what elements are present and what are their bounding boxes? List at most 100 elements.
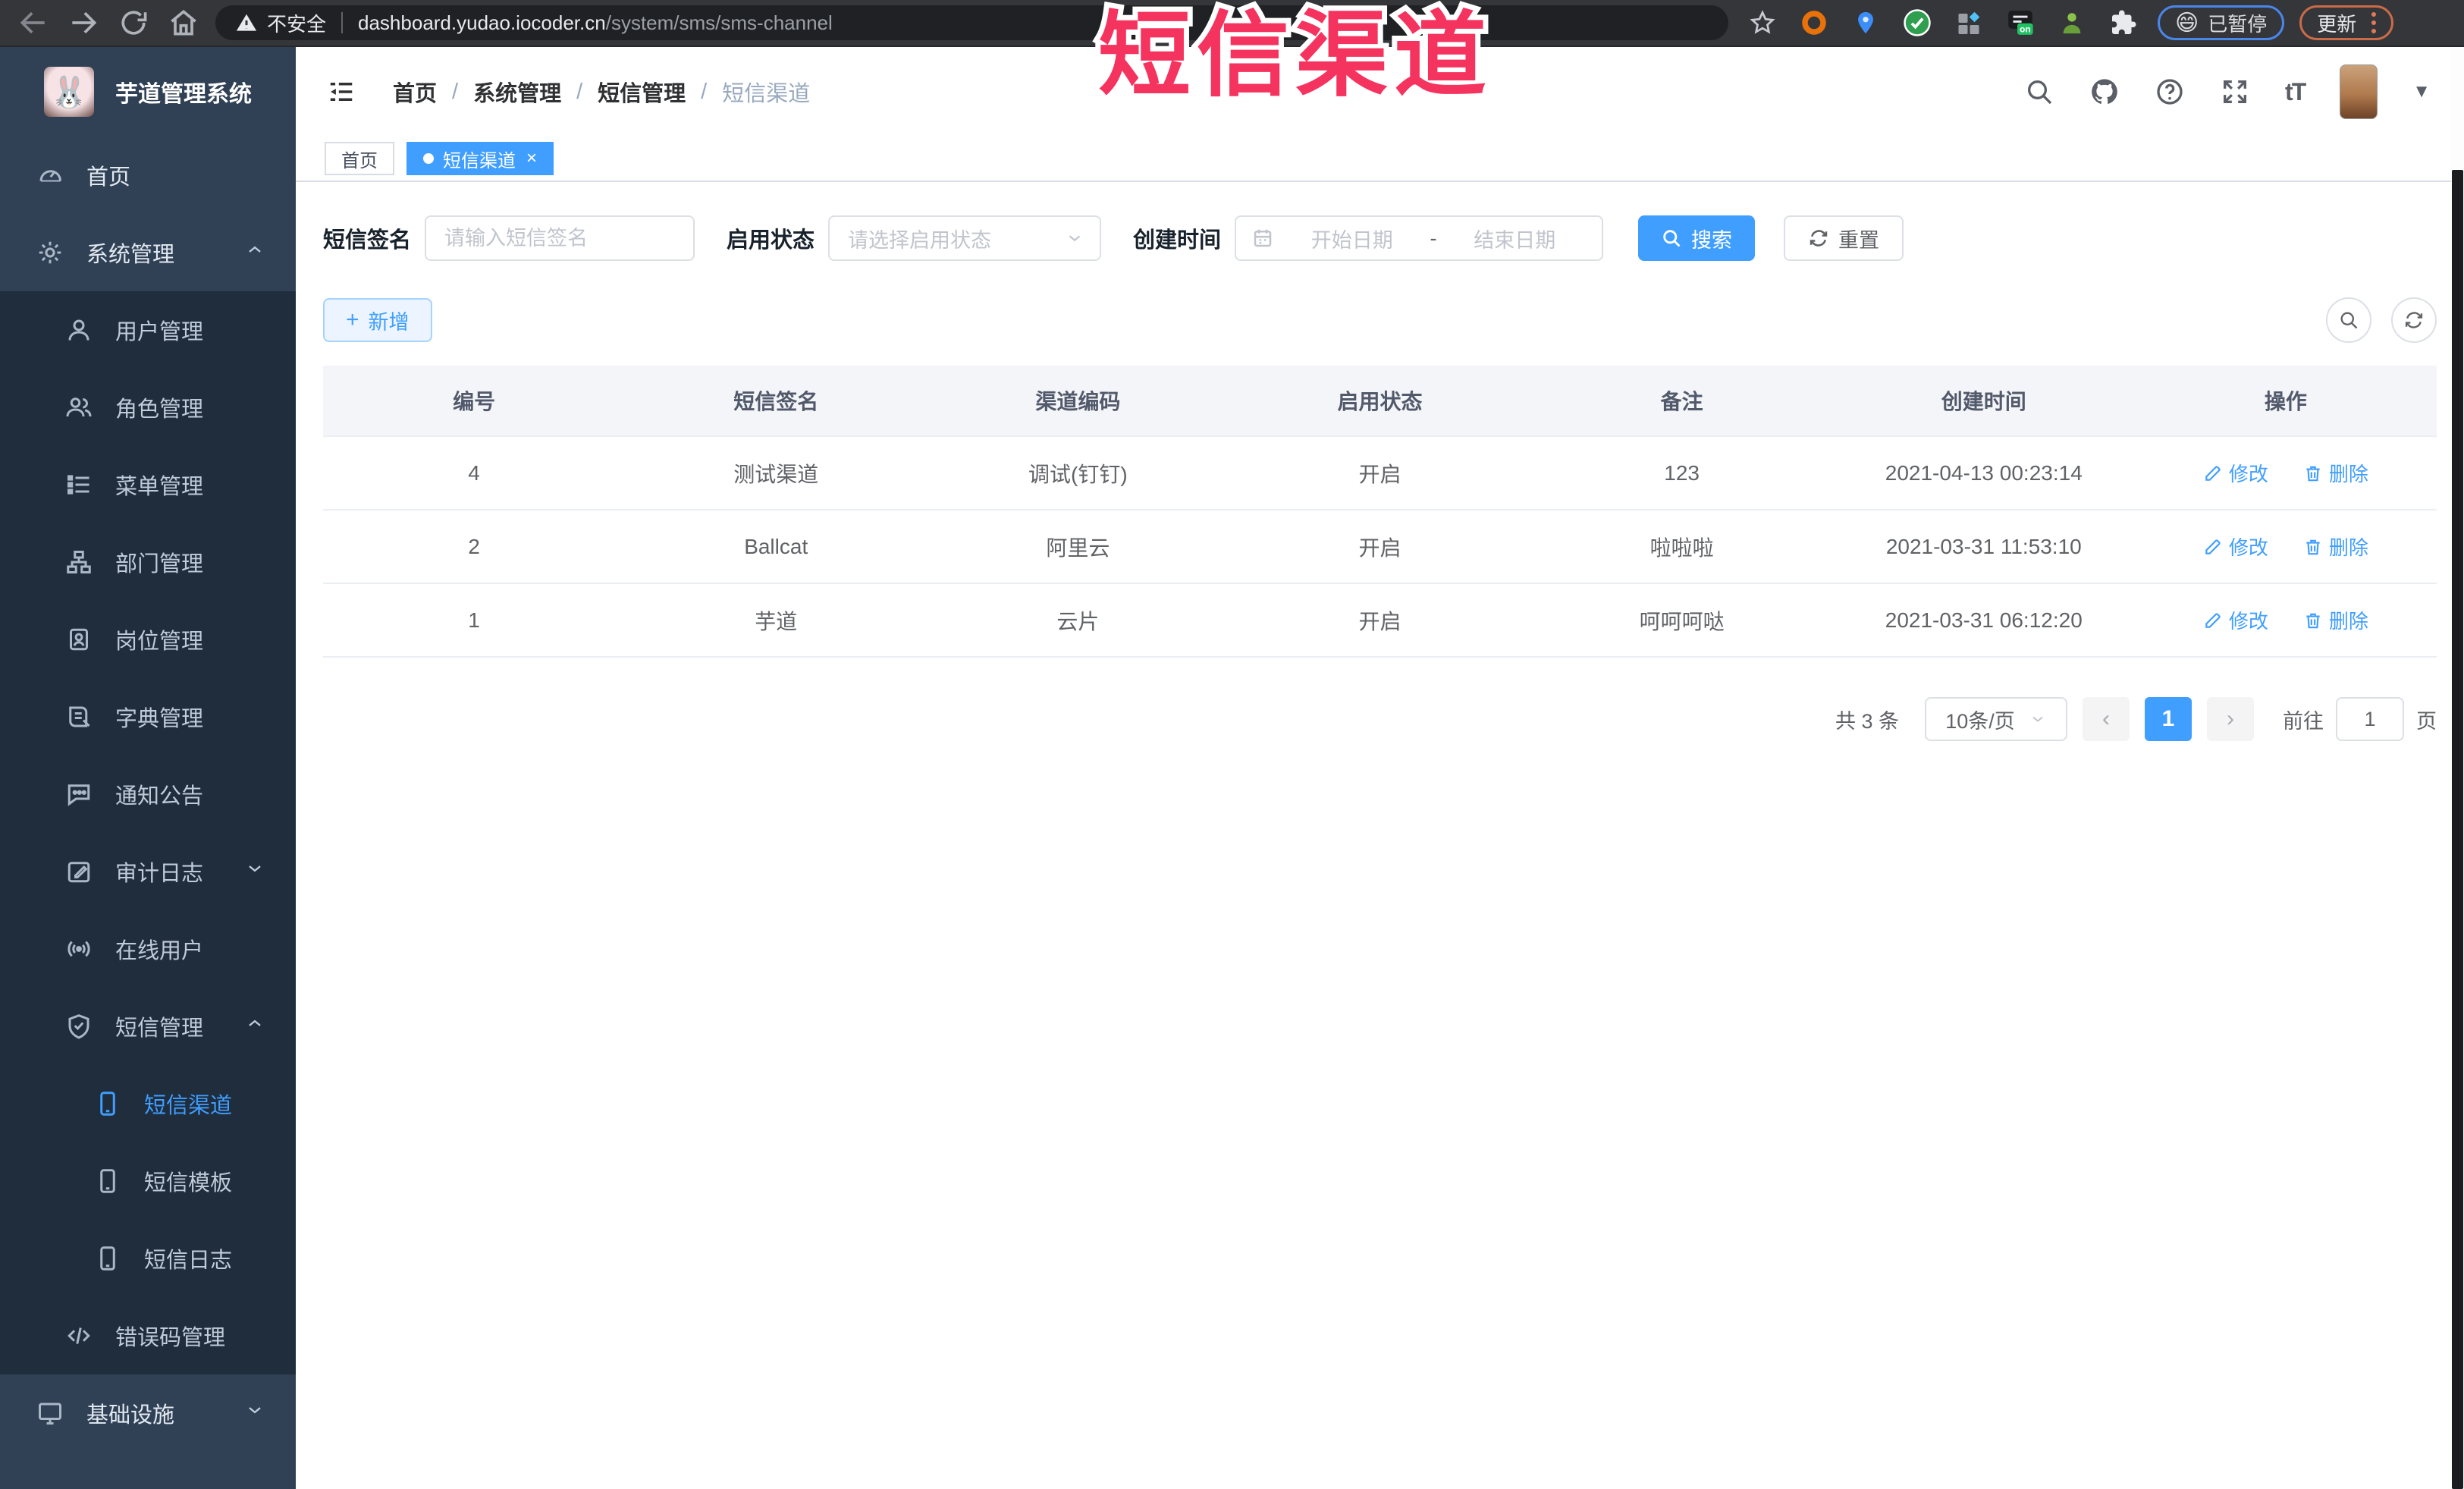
search-button[interactable]: 搜索 [1638, 215, 1756, 261]
bookmark-star-icon[interactable] [1748, 8, 1777, 37]
sidebar-item-sms-management[interactable]: 短信管理 [0, 988, 296, 1065]
screen: 不安全 dashboard.yudao.iocoder.cn/system/sm… [0, 0, 2464, 1489]
sidebar-item-sms-channel[interactable]: 短信渠道 [0, 1065, 296, 1142]
sidebar-item-label: 短信日志 [144, 1249, 233, 1273]
extension-grid-icon[interactable] [1954, 8, 1983, 37]
dashboard-icon [36, 162, 64, 189]
fullscreen-icon[interactable] [2220, 77, 2250, 107]
sidebar-item-system[interactable]: 系统管理 [0, 214, 296, 291]
extensions-puzzle-icon[interactable] [2109, 8, 2138, 37]
cell-id: 1 [468, 608, 480, 632]
sidebar-item-dict-management[interactable]: 字典管理 [0, 678, 296, 755]
breadcrumb-system[interactable]: 系统管理 [473, 76, 561, 108]
add-button[interactable]: + 新增 [323, 298, 432, 342]
create-time-label: 创建时间 [1133, 228, 1222, 253]
reset-button[interactable]: 重置 [1784, 215, 1904, 261]
tag-bar: 首页 短信渠道 × [296, 137, 2464, 182]
prev-page-button[interactable]: ‹ [2083, 697, 2130, 741]
cell-signature: 测试渠道 [733, 462, 819, 486]
sidebar-item-sms-template[interactable]: 短信模板 [0, 1142, 296, 1220]
status-select-placeholder: 请选择启用状态 [848, 228, 992, 252]
tab-sms-channel[interactable]: 短信渠道 × [406, 142, 554, 175]
sidebar-item-menu-management[interactable]: 菜单管理 [0, 446, 296, 523]
update-label: 更新 [2317, 12, 2357, 36]
breadcrumb: 首页 / 系统管理 / 短信管理 / 短信渠道 [393, 76, 810, 108]
delete-button[interactable]: 删除 [2303, 459, 2368, 487]
calendar-icon [1251, 227, 1274, 250]
cell-remark: 啦啦啦 [1649, 536, 1714, 560]
sidebar-item-infrastructure[interactable]: 基础设施 [0, 1374, 296, 1452]
page-1-button[interactable]: 1 [2145, 697, 2192, 741]
page-size-select[interactable]: 10条/页 [1925, 697, 2067, 741]
header-actions: tT ▼ [2024, 64, 2431, 119]
sidebar-logo[interactable]: 🐰 芋道管理系统 [0, 47, 296, 137]
col-code: 渠道编码 [1035, 390, 1121, 413]
col-created: 创建时间 [1941, 390, 2026, 413]
edit-button[interactable]: 修改 [2203, 606, 2268, 634]
sidebar-item-error-code[interactable]: 错误码管理 [0, 1297, 296, 1374]
goto-page-input[interactable] [2337, 699, 2403, 740]
delete-button[interactable]: 删除 [2303, 532, 2368, 561]
sidebar-item-post-management[interactable]: 岗位管理 [0, 601, 296, 678]
avatar-caret-icon[interactable]: ▼ [2412, 81, 2431, 102]
extension-blue-pin-icon[interactable] [1851, 8, 1880, 37]
breadcrumb-sms[interactable]: 短信管理 [598, 76, 686, 108]
browser-home-icon[interactable] [167, 6, 200, 39]
extension-orange-ring-icon[interactable] [1800, 8, 1828, 37]
next-page-button[interactable]: › [2207, 697, 2254, 741]
scrollbar-thumb[interactable] [2452, 170, 2463, 1489]
sidebar-item-home[interactable]: 首页 [0, 137, 296, 214]
sidebar-item-notice-management[interactable]: 通知公告 [0, 755, 296, 833]
edit-button[interactable]: 修改 [2203, 532, 2268, 561]
close-tab-icon[interactable]: × [526, 148, 537, 169]
app-title: 芋道管理系统 [115, 82, 252, 107]
goto-input-wrapper [2336, 697, 2404, 741]
sidebar-item-role-management[interactable]: 角色管理 [0, 369, 296, 446]
avatar[interactable] [2340, 64, 2378, 119]
filter-form: 短信签名 启用状态 请选择启用状态 创建时间 开始日期 - 结束日期 [323, 215, 2437, 261]
toggle-search-button[interactable] [2326, 297, 2371, 343]
profile-paused-badge[interactable]: 😄 已暂停 [2158, 5, 2285, 40]
browser-back-icon[interactable] [17, 6, 50, 39]
page-scrollbar[interactable] [2451, 47, 2464, 1489]
font-size-icon[interactable]: tT [2285, 78, 2306, 106]
extension-list-on-icon[interactable]: on [2006, 8, 2035, 37]
delete-button[interactable]: 删除 [2303, 606, 2368, 634]
date-range-picker[interactable]: 开始日期 - 结束日期 [1235, 215, 1604, 261]
cell-id: 2 [468, 534, 480, 558]
tab-home[interactable]: 首页 [325, 142, 394, 175]
edit-icon [2205, 465, 2221, 481]
sidebar-item-sms-log[interactable]: 短信日志 [0, 1220, 296, 1297]
url-path: /system/sms/sms-channel [605, 11, 833, 34]
cell-actions: 修改 删除 [2135, 532, 2437, 561]
sidebar-item-user-management[interactable]: 用户管理 [0, 291, 296, 369]
security-badge[interactable]: 不安全 [235, 9, 326, 37]
end-date-input[interactable]: 结束日期 [1443, 224, 1587, 253]
sidebar: 🐰 芋道管理系统 首页 系统管理 用户管理 角色管理 菜单管理 部门管理 岗位管… [0, 47, 296, 1489]
browser-menu-icon[interactable] [2371, 12, 2377, 33]
sidebar-item-dept-management[interactable]: 部门管理 [0, 523, 296, 601]
signature-input[interactable] [444, 226, 676, 250]
edit-button[interactable]: 修改 [2203, 459, 2268, 487]
browser-update-button[interactable]: 更新 [2299, 5, 2394, 40]
status-select[interactable]: 请选择启用状态 [828, 215, 1102, 261]
sidebar-item-online-users[interactable]: 在线用户 [0, 910, 296, 988]
help-icon[interactable] [2155, 77, 2185, 107]
extension-green-check-icon[interactable] [1903, 8, 1932, 37]
table-header-row: 编号 短信签名 渠道编码 启用状态 备注 创建时间 操作 [323, 366, 2437, 437]
extension-person-icon[interactable] [2058, 8, 2086, 37]
collapse-menu-icon[interactable] [325, 75, 358, 108]
edit-icon [2205, 612, 2221, 628]
browser-reload-icon[interactable] [117, 6, 150, 39]
breadcrumb-home[interactable]: 首页 [393, 76, 437, 108]
system-submenu: 用户管理 角色管理 菜单管理 部门管理 岗位管理 字典管理 通知公告 审计日志 … [0, 291, 296, 1374]
goto-label: 前往 [2283, 709, 2324, 733]
main-area: 首页 / 系统管理 / 短信管理 / 短信渠道 tT ▼ 首页 短信渠道 × 短… [296, 47, 2464, 1489]
sidebar-item-audit-log[interactable]: 审计日志 [0, 833, 296, 910]
search-icon[interactable] [2024, 77, 2054, 107]
start-date-input[interactable]: 开始日期 [1280, 224, 1424, 253]
address-bar[interactable]: 不安全 dashboard.yudao.iocoder.cn/system/sm… [215, 5, 1728, 40]
github-icon[interactable] [2089, 77, 2120, 107]
refresh-table-button[interactable] [2391, 297, 2437, 343]
browser-forward-icon[interactable] [67, 6, 100, 39]
